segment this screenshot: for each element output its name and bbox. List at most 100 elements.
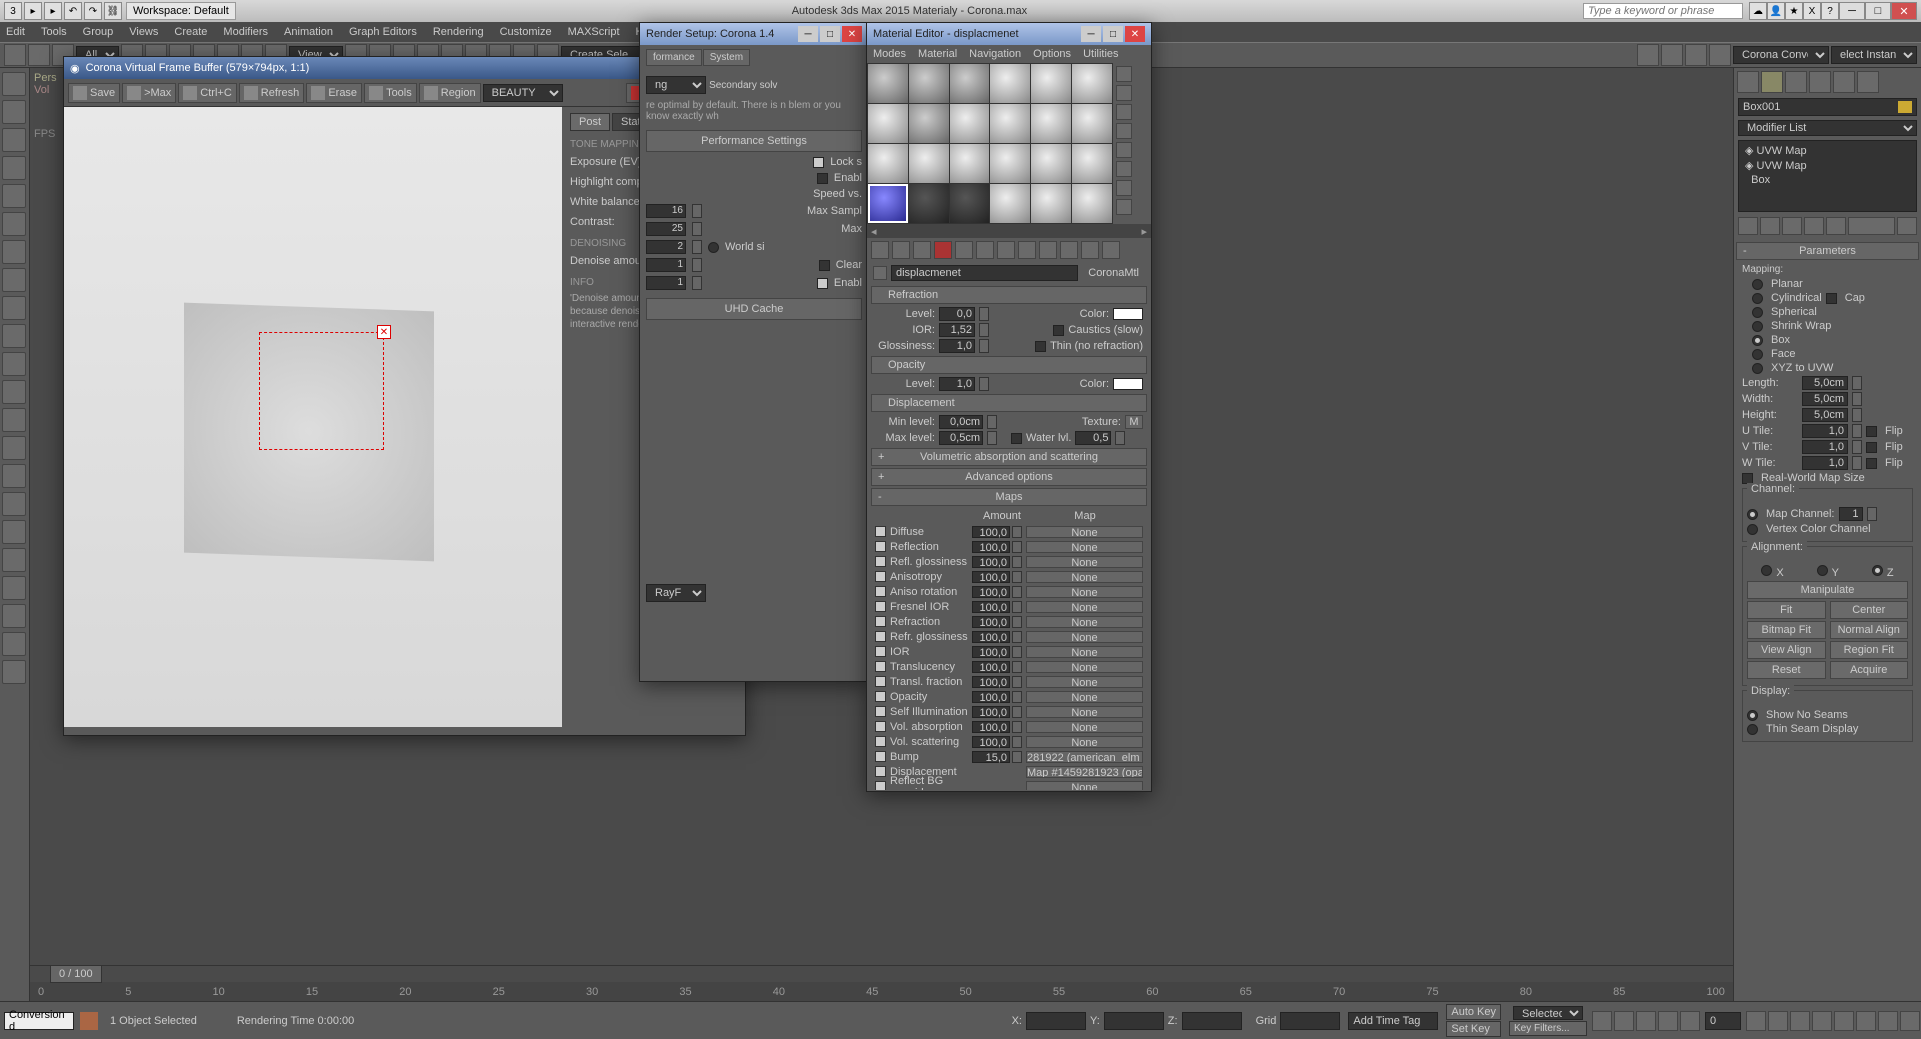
- pin-stack-icon[interactable]: [1738, 217, 1758, 235]
- material-id-icon[interactable]: [1018, 241, 1036, 259]
- map-checkbox[interactable]: [875, 616, 886, 627]
- rollout-parameters[interactable]: -Parameters: [1736, 242, 1919, 260]
- opac-level[interactable]: 1,0: [939, 377, 975, 391]
- map-amount[interactable]: 100,0: [972, 541, 1010, 553]
- refr-level[interactable]: 0,0: [939, 307, 975, 321]
- map-checkbox[interactable]: [875, 556, 886, 567]
- rayf-dropdown[interactable]: RayF: [646, 584, 706, 602]
- tool-1[interactable]: [2, 72, 26, 96]
- slot-17[interactable]: [1031, 144, 1071, 183]
- radio-vertex-color[interactable]: [1747, 524, 1758, 535]
- rsetup-max[interactable]: □: [820, 26, 840, 42]
- clear-checkbox[interactable]: [819, 260, 830, 271]
- cp-tab-utilities[interactable]: [1857, 71, 1879, 93]
- map-slot-button[interactable]: None: [1026, 556, 1143, 568]
- menu-edit[interactable]: Edit: [6, 26, 25, 38]
- slot-24[interactable]: [1072, 184, 1112, 223]
- stack-item[interactable]: Box: [1741, 173, 1914, 187]
- map-checkbox[interactable]: [875, 586, 886, 597]
- slot-8[interactable]: [909, 104, 949, 143]
- menu-views[interactable]: Views: [129, 26, 158, 38]
- tool-17[interactable]: [2, 520, 26, 544]
- map-slot-button[interactable]: None: [1026, 676, 1143, 688]
- close-button[interactable]: ✕: [1891, 2, 1917, 20]
- cp-tab-hierarchy[interactable]: [1785, 71, 1807, 93]
- vfb-tools-button[interactable]: Tools: [364, 83, 417, 103]
- map-slot-button[interactable]: None: [1026, 661, 1143, 673]
- help-search-input[interactable]: [1583, 3, 1743, 19]
- refr-color[interactable]: [1113, 308, 1143, 320]
- tool-4[interactable]: [2, 156, 26, 180]
- rtab-system[interactable]: System: [703, 49, 750, 66]
- vtile-spinner[interactable]: 1,0: [1802, 440, 1848, 454]
- map-checkbox[interactable]: [875, 541, 886, 552]
- map-amount-spinner[interactable]: [1012, 631, 1022, 643]
- map-checkbox[interactable]: [875, 691, 886, 702]
- rsetup-close[interactable]: ✕: [842, 26, 862, 42]
- flip-w-checkbox[interactable]: [1866, 458, 1877, 469]
- undo-icon[interactable]: ↶: [64, 2, 82, 20]
- length-spinner-arrows[interactable]: [1852, 376, 1862, 390]
- play-icon[interactable]: [1636, 1011, 1656, 1031]
- tool-12[interactable]: [2, 380, 26, 404]
- map-amount-spinner[interactable]: [1012, 706, 1022, 718]
- map-slot-button[interactable]: Map #1459281923 (opacity.tif): [1026, 766, 1143, 778]
- width-spinner[interactable]: 5,0cm: [1802, 392, 1848, 406]
- slot-20[interactable]: [909, 184, 949, 223]
- lock-checkbox[interactable]: [813, 157, 824, 168]
- open-icon[interactable]: ▸: [44, 2, 62, 20]
- slot-1[interactable]: [868, 64, 908, 103]
- map-slot-button[interactable]: None: [1026, 616, 1143, 628]
- map-amount[interactable]: 100,0: [972, 706, 1010, 718]
- material-editor-icon[interactable]: [1637, 44, 1659, 66]
- map-slot-button[interactable]: None: [1026, 526, 1143, 538]
- slot-14[interactable]: [909, 144, 949, 183]
- put-to-scene-icon[interactable]: [892, 241, 910, 259]
- backlight-icon[interactable]: [1116, 85, 1132, 101]
- vfb-ctrlc-button[interactable]: Ctrl+C: [178, 83, 236, 103]
- stack-item[interactable]: ◈ UVW Map: [1741, 143, 1914, 158]
- radio-z[interactable]: [1872, 565, 1883, 576]
- map-amount-spinner[interactable]: [1012, 646, 1022, 658]
- tool-3[interactable]: [2, 128, 26, 152]
- maximize-button[interactable]: □: [1865, 2, 1891, 20]
- map-amount[interactable]: 100,0: [972, 676, 1010, 688]
- go-parent-icon[interactable]: [1081, 241, 1099, 259]
- coord-y[interactable]: [1104, 1012, 1164, 1030]
- put-to-library-icon[interactable]: [997, 241, 1015, 259]
- radio-face[interactable]: [1752, 349, 1763, 360]
- medit-titlebar[interactable]: Material Editor - displacmenet ─□✕: [867, 23, 1151, 45]
- radio-xyz[interactable]: [1752, 363, 1763, 374]
- radio-box[interactable]: [1752, 335, 1763, 346]
- vfb-save-button[interactable]: Save: [68, 83, 120, 103]
- key-mode-dropdown[interactable]: Selected: [1513, 1006, 1583, 1020]
- rollout-perf[interactable]: Performance Settings: [646, 130, 862, 152]
- time-slider[interactable]: 0 / 100 05101520253035404550556065707580…: [30, 965, 1733, 1001]
- stack-item[interactable]: ◈ UVW Map: [1741, 158, 1914, 173]
- roll-opacity[interactable]: Opacity: [871, 356, 1147, 374]
- slot-13[interactable]: [868, 144, 908, 183]
- rsetup-dropdown[interactable]: ng: [646, 76, 706, 94]
- acquire-button[interactable]: Acquire: [1830, 661, 1909, 679]
- slot-2[interactable]: [909, 64, 949, 103]
- cp-tab-motion[interactable]: [1809, 71, 1831, 93]
- select-by-mat-icon[interactable]: [1116, 199, 1132, 215]
- slot-10[interactable]: [990, 104, 1030, 143]
- map-amount-spinner[interactable]: [1012, 691, 1022, 703]
- cp-tab-display[interactable]: [1833, 71, 1855, 93]
- pick-icon[interactable]: [873, 266, 887, 280]
- unlink-icon[interactable]: [28, 44, 50, 66]
- render-icon[interactable]: [1709, 44, 1731, 66]
- rtab-performance[interactable]: formance: [646, 49, 702, 66]
- cp-tab-create[interactable]: [1737, 71, 1759, 93]
- normal-align-button[interactable]: Normal Align: [1830, 621, 1909, 639]
- map-checkbox[interactable]: [875, 571, 886, 582]
- slot-9[interactable]: [950, 104, 990, 143]
- video-check-icon[interactable]: [1116, 142, 1132, 158]
- slot-23[interactable]: [1031, 184, 1071, 223]
- fit-button[interactable]: Fit: [1747, 601, 1826, 619]
- nav-orbit-icon[interactable]: [1878, 1011, 1898, 1031]
- slot-18[interactable]: [1072, 144, 1112, 183]
- goto-end-icon[interactable]: [1680, 1011, 1700, 1031]
- map-amount-spinner[interactable]: [1012, 541, 1022, 553]
